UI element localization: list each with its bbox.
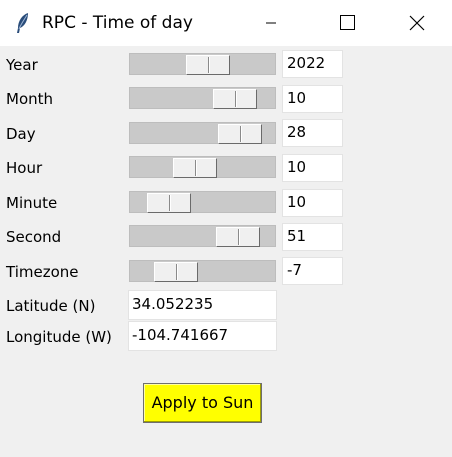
day-entry[interactable]: 28	[282, 119, 343, 147]
close-icon	[409, 15, 425, 31]
timezone-label: Timezone	[6, 263, 79, 281]
hour-entry[interactable]: 10	[282, 154, 343, 182]
minute-label: Minute	[6, 194, 58, 212]
apply-to-sun-button[interactable]: Apply to Sun	[143, 383, 262, 423]
feather-icon	[14, 12, 32, 34]
latitude-label: Latitude (N)	[6, 297, 96, 315]
timezone-slider[interactable]	[129, 260, 276, 282]
day-slider[interactable]	[129, 122, 276, 144]
latitude-entry[interactable]: 34.052235	[128, 290, 277, 320]
hour-slider[interactable]	[129, 156, 276, 178]
second-entry[interactable]: 51	[282, 223, 343, 251]
year-slider[interactable]	[129, 53, 276, 75]
window-title: RPC - Time of day	[42, 13, 193, 33]
timezone-entry[interactable]: -7	[282, 257, 343, 285]
longitude-entry[interactable]: -104.741667	[128, 321, 277, 351]
year-slider-thumb[interactable]	[186, 55, 230, 75]
year-label: Year	[6, 56, 38, 74]
longitude-label: Longitude (W)	[6, 328, 112, 346]
month-slider[interactable]	[129, 87, 276, 109]
title-bar: RPC - Time of day	[0, 0, 452, 46]
maximize-icon	[340, 15, 355, 30]
minimize-icon	[266, 22, 276, 24]
day-label: Day	[6, 125, 36, 143]
hour-slider-thumb[interactable]	[173, 158, 217, 178]
minute-entry[interactable]: 10	[282, 189, 343, 217]
minimize-button[interactable]	[247, 0, 293, 46]
second-label: Second	[6, 228, 62, 246]
month-label: Month	[6, 90, 54, 108]
timezone-slider-thumb[interactable]	[154, 262, 198, 282]
day-slider-thumb[interactable]	[218, 124, 262, 144]
minute-slider-thumb[interactable]	[147, 193, 191, 213]
month-slider-thumb[interactable]	[213, 89, 257, 109]
minute-slider[interactable]	[129, 191, 276, 213]
maximize-button[interactable]	[323, 0, 369, 46]
close-button[interactable]	[394, 0, 440, 46]
year-entry[interactable]: 2022	[282, 50, 343, 78]
second-slider-thumb[interactable]	[216, 227, 260, 247]
hour-label: Hour	[6, 159, 43, 177]
second-slider[interactable]	[129, 225, 276, 247]
month-entry[interactable]: 10	[282, 85, 343, 113]
